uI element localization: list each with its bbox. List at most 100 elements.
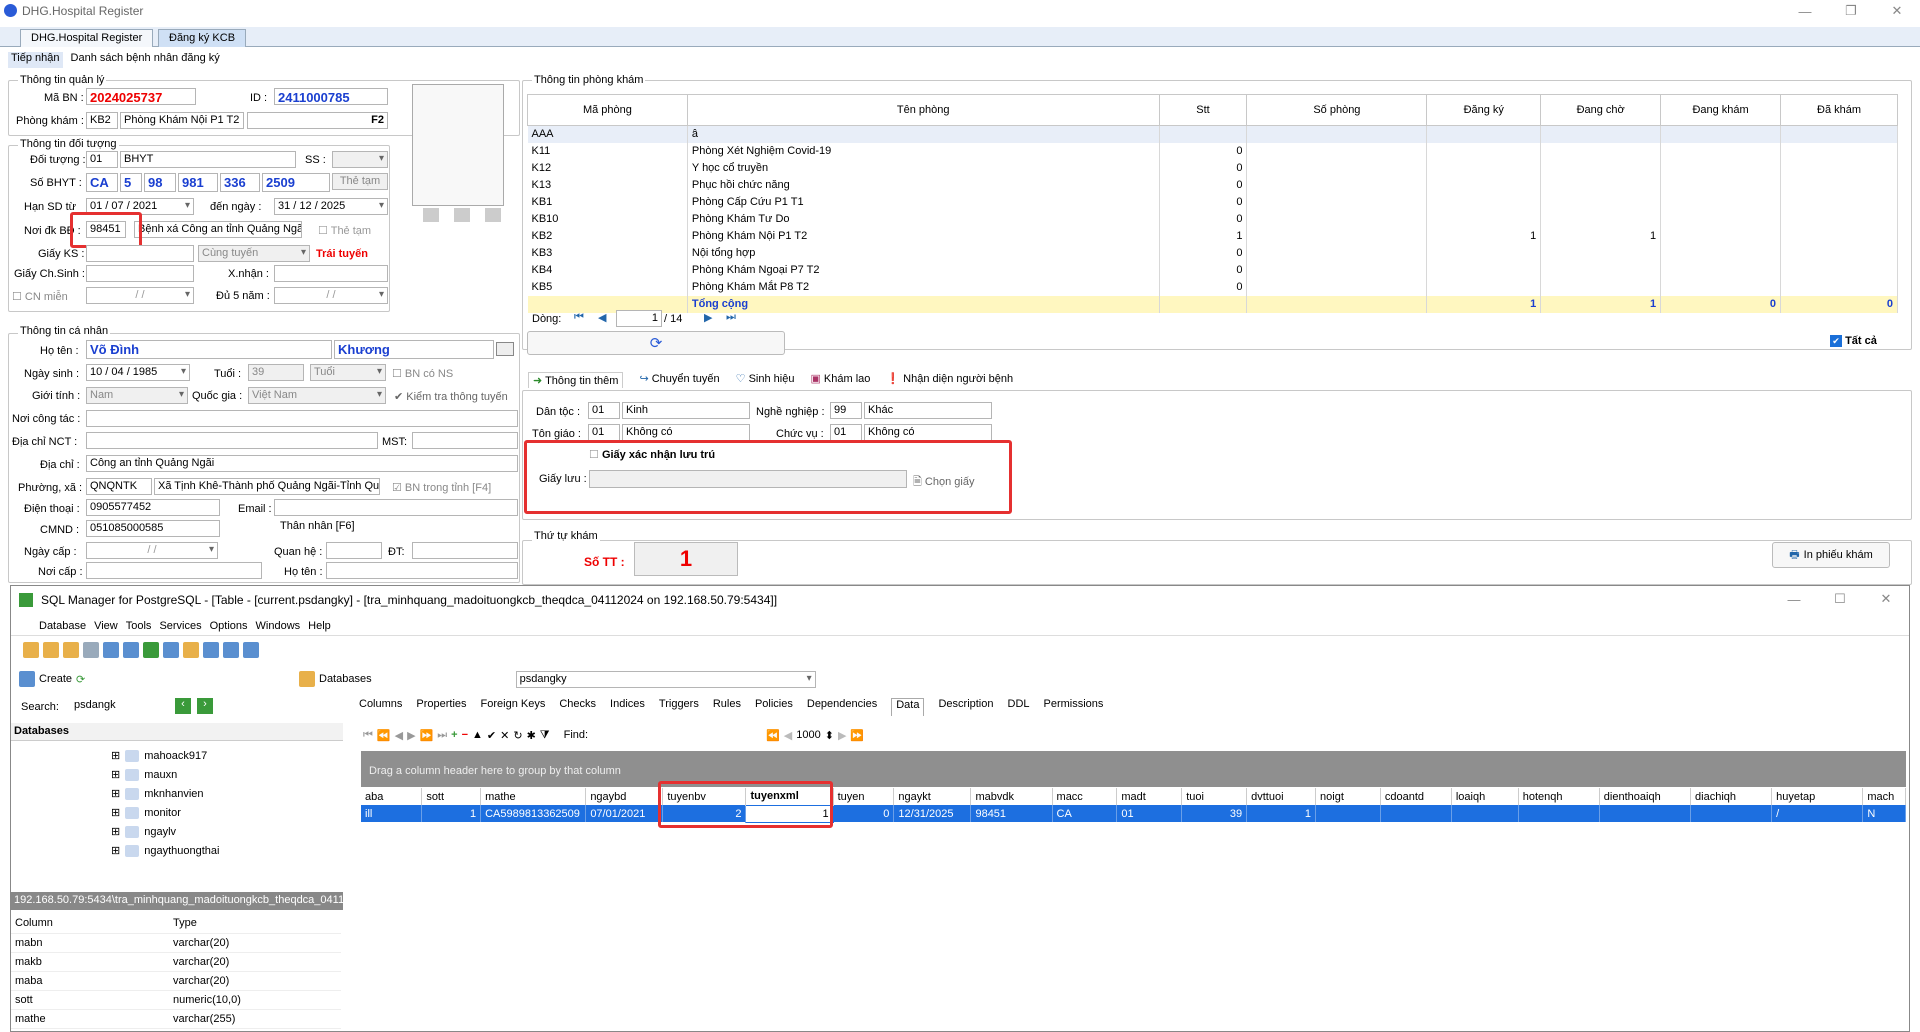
first-page-icon[interactable]: ⏮ — [574, 311, 584, 324]
bhyt-part-1[interactable]: CA — [86, 173, 118, 192]
object-tab[interactable]: DDL — [1008, 698, 1030, 716]
expand-icon[interactable]: ⊞ — [111, 787, 120, 800]
column-row[interactable]: mathe varchar(255) — [11, 1009, 341, 1029]
expand-icon[interactable]: ⊞ — [111, 806, 120, 819]
databases-dropdown[interactable]: Databases — [319, 673, 372, 685]
pk-col-dangkham[interactable]: Đang khám — [1660, 94, 1782, 126]
tree-item[interactable]: ⊞ mauxn — [111, 765, 219, 784]
subtab-danh-sach[interactable]: Danh sách bệnh nhân đăng ký — [71, 52, 220, 68]
tab-sinh-hieu[interactable]: ♡ Sinh hiệu — [736, 372, 795, 388]
sql-close-icon[interactable]: ✕ — [1863, 588, 1909, 610]
cmnd-field[interactable]: 051085000585 — [86, 520, 220, 537]
du5nam-date[interactable]: / / — [274, 287, 388, 304]
tongiao-code[interactable]: 01 — [588, 424, 620, 441]
pk-col-sophong[interactable]: Số phòng — [1246, 94, 1428, 126]
grid-header[interactable]: cdoantd — [1380, 788, 1452, 805]
pk-row[interactable]: KB3 Nội tổng hợp 0 — [527, 244, 1898, 262]
object-tab[interactable]: Permissions — [1044, 698, 1104, 716]
toolbar-icon-8[interactable] — [163, 642, 179, 658]
grid-header[interactable]: dienthoaiqh — [1599, 788, 1692, 805]
expand-icon[interactable]: ⊞ — [111, 844, 120, 857]
sql-maximize-icon[interactable]: ☐ — [1817, 588, 1863, 610]
doituong-name[interactable]: BHYT — [120, 151, 296, 168]
search-next-icon[interactable]: › — [197, 698, 213, 714]
bhyt-part-4[interactable]: 981 — [178, 173, 218, 192]
tree-item[interactable]: ⊞ monitor — [111, 803, 219, 822]
giaychsinh-field[interactable] — [86, 265, 194, 282]
phuongxa-code[interactable]: QNQNTK — [86, 478, 152, 495]
grid-cell[interactable] — [1518, 805, 1600, 822]
pk-row[interactable]: KB4 Phòng Khám Ngoại P7 T2 0 — [527, 261, 1898, 279]
toolbar-icon-2[interactable] — [43, 642, 59, 658]
grid-header[interactable]: macc — [1052, 788, 1118, 805]
pk-col-dakham[interactable]: Đã khám — [1780, 94, 1898, 126]
grid-header[interactable]: sott — [421, 788, 482, 805]
tongiao-name[interactable]: Không có — [622, 424, 750, 441]
chucvu-name[interactable]: Không có — [864, 424, 992, 441]
nghe-name[interactable]: Khác — [864, 402, 992, 419]
grid-header[interactable]: mathe — [480, 788, 587, 805]
cnmien-checkbox[interactable]: ☐ CN miễn — [12, 290, 68, 303]
grid-cell[interactable] — [1451, 805, 1519, 822]
phongkham-f2-field[interactable]: F2 — [247, 112, 388, 129]
last-page-icon[interactable]: ⏭ — [726, 311, 736, 324]
grid-header[interactable]: mabvdk — [970, 788, 1053, 805]
grid-cell[interactable] — [1690, 805, 1773, 822]
object-tab[interactable]: Foreign Keys — [481, 698, 546, 716]
tuoi-unit-select[interactable]: Tuổi — [310, 364, 386, 381]
create-button[interactable]: Create — [39, 673, 72, 685]
grid-cell[interactable] — [1315, 805, 1381, 822]
tab-thong-tin-them[interactable]: ➜ Thông tin thêm — [528, 372, 624, 388]
bncons-checkbox[interactable]: ☐ BN có NS — [392, 367, 453, 380]
toolbar-icon-6[interactable] — [123, 642, 139, 658]
gioitinh-select[interactable]: Nam — [86, 387, 188, 404]
minimize-icon[interactable]: — — [1782, 0, 1828, 22]
search-prev-icon[interactable]: ‹ — [175, 698, 191, 714]
object-tab[interactable]: Columns — [359, 698, 402, 716]
pk-col-dangky[interactable]: Đăng ký — [1426, 94, 1542, 126]
grid-header[interactable]: aba — [361, 788, 423, 805]
ss-select[interactable] — [332, 151, 388, 168]
data-row-selected[interactable]: ill 1 CA5989813362509 07/01/2021 2 1 0 12/31/20… — [361, 804, 1906, 823]
pk-row[interactable]: KB10 Phòng Khám Tư Do 0 — [527, 210, 1898, 228]
nav-first-icon[interactable]: ⏮ — [363, 729, 373, 742]
grid-header[interactable]: huyetap — [1771, 788, 1864, 805]
tab-chuyen-tuyen[interactable]: ↪ Chuyển tuyến — [639, 372, 719, 388]
inphieu-button[interactable]: 🖶 In phiếu khám — [1772, 542, 1890, 568]
col-header-type[interactable]: Type — [169, 914, 341, 934]
menu-windows[interactable]: Windows — [256, 620, 301, 632]
xnhan-field[interactable] — [274, 265, 388, 282]
grid-cell[interactable]: ill — [361, 805, 423, 822]
limit-forward-icon[interactable]: ⏩ — [850, 729, 864, 742]
id-field[interactable]: 2411000785 — [274, 88, 388, 105]
bhyt-part-3[interactable]: 98 — [144, 173, 176, 192]
subtab-tiep-nhan[interactable]: Tiếp nhận — [8, 52, 63, 68]
pk-row[interactable]: K13 Phục hồi chức năng 0 — [527, 176, 1898, 194]
tab-kham-lao[interactable]: ▣ Khám lao — [810, 372, 870, 388]
toolbar-icon-11[interactable] — [223, 642, 239, 658]
toolbar-icon-10[interactable] — [203, 642, 219, 658]
upload-icon[interactable] — [454, 208, 470, 222]
sql-minimize-icon[interactable]: — — [1771, 588, 1817, 610]
chucvu-code[interactable]: 01 — [830, 424, 862, 441]
limit-back-icon[interactable]: ◀ — [784, 729, 792, 742]
toolbar-icon-9[interactable] — [183, 642, 199, 658]
bhyt-part-2[interactable]: 5 — [120, 173, 142, 192]
tree-item[interactable]: ⊞ ngaythuongthai — [111, 841, 219, 860]
object-tab[interactable]: Dependencies — [807, 698, 877, 716]
column-row[interactable]: maba varchar(20) — [11, 971, 341, 991]
object-tab[interactable]: Checks — [559, 698, 596, 716]
pk-col-dangcho[interactable]: Đang chờ — [1540, 94, 1662, 126]
menu-tools[interactable]: Tools — [126, 620, 152, 632]
dienthoai-field[interactable]: 0905577452 — [86, 499, 220, 516]
nav-next-page-icon[interactable]: ⏩ — [420, 729, 434, 742]
nav-next-icon[interactable]: ▶ — [407, 729, 415, 742]
quocgia-select[interactable]: Việt Nam — [248, 387, 386, 404]
tree-item[interactable]: ⊞ ngaylv — [111, 822, 219, 841]
toolbar-icon-5[interactable] — [103, 642, 119, 658]
menu-view[interactable]: View — [94, 620, 118, 632]
refresh-db-icon[interactable]: ⟳ — [76, 673, 85, 686]
expand-icon[interactable]: ⊞ — [111, 825, 120, 838]
menu-database[interactable]: Database — [39, 620, 86, 632]
grid-cell[interactable]: 07/01/2021 — [585, 805, 664, 822]
